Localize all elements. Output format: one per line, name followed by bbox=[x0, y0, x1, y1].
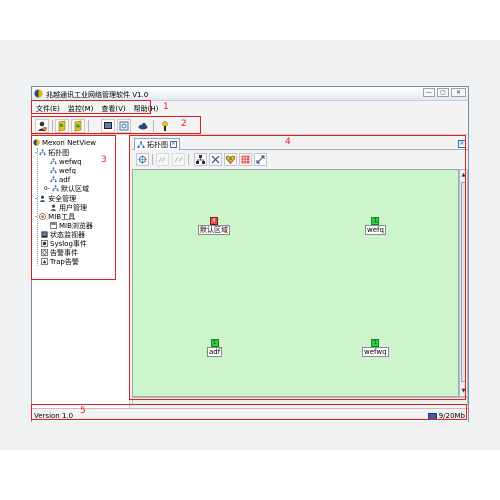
app-logo-icon bbox=[34, 89, 43, 98]
window-title: 兆越通讯工业网络管理软件 V1.0 bbox=[46, 91, 149, 99]
window-controls: — ▢ ✕ bbox=[423, 88, 466, 97]
annotation-label: 3 bbox=[101, 155, 107, 165]
minimize-button[interactable]: — bbox=[423, 88, 435, 97]
annotation-box bbox=[31, 404, 467, 420]
annotation-box bbox=[129, 135, 466, 400]
close-button[interactable]: ✕ bbox=[451, 88, 466, 97]
annotation-box bbox=[31, 116, 201, 134]
annotation-label: 5 bbox=[80, 406, 86, 416]
maximize-button[interactable]: ▢ bbox=[437, 88, 449, 97]
title-bar: 兆越通讯工业网络管理软件 V1.0 — ▢ ✕ bbox=[32, 87, 468, 101]
annotation-label: 2 bbox=[181, 119, 187, 129]
annotation-box bbox=[31, 100, 151, 114]
annotation-label: 4 bbox=[285, 137, 291, 147]
annotation-label: 1 bbox=[163, 102, 169, 112]
